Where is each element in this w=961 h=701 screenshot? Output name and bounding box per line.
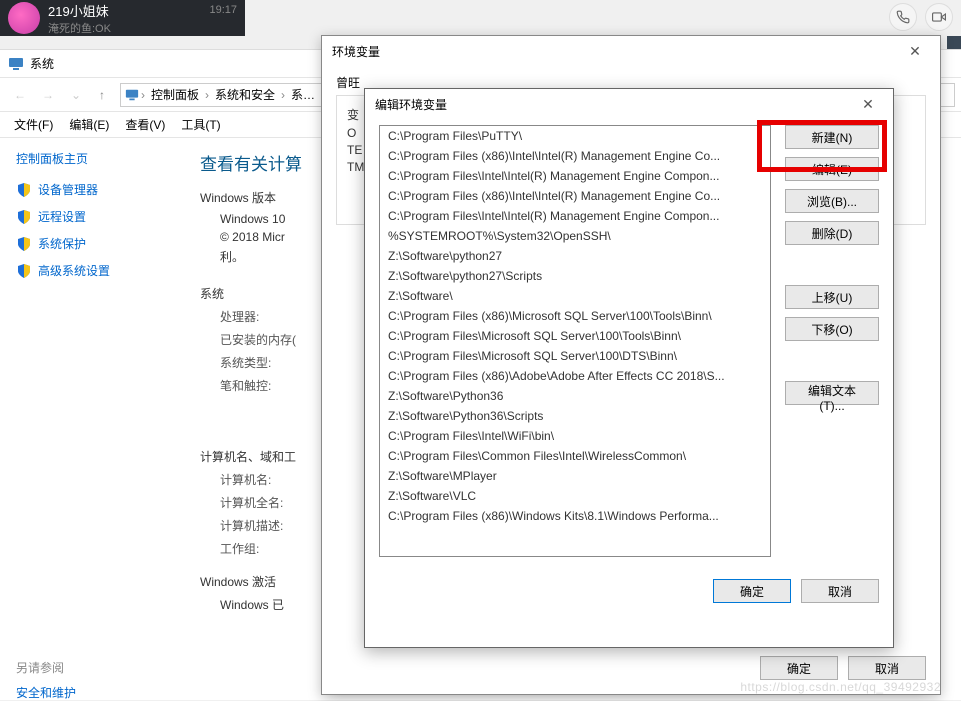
path-item[interactable]: C:\Program Files (x86)\Windows Kits\8.1\… [380,506,770,526]
call-icons [889,3,953,31]
menu-view[interactable]: 查看(V) [117,113,173,136]
path-item[interactable]: Z:\Software\Python36 [380,386,770,406]
path-item[interactable]: C:\Program Files\Common Files\Intel\Wire… [380,446,770,466]
chat-name: 219小姐妹 [48,1,209,20]
see-also-link[interactable]: 安全和维护 [16,684,184,701]
path-item[interactable]: C:\Program Files (x86)\Microsoft SQL Ser… [380,306,770,326]
dialog-title: 编辑环境变量 [375,96,447,113]
nav-dropdown-button[interactable]: ⌄ [62,83,90,107]
path-item[interactable]: C:\Program Files\Intel\Intel(R) Manageme… [380,206,770,226]
path-item[interactable]: C:\Program Files\Microsoft SQL Server\10… [380,346,770,366]
edit-env-dialog: 编辑环境变量 ✕ C:\Program Files\PuTTY\C:\Progr… [364,88,894,648]
edit-text-button[interactable]: 编辑文本(T)... [785,381,879,405]
pc-icon [125,88,139,102]
path-item[interactable]: C:\Program Files (x86)\Intel\Intel(R) Ma… [380,146,770,166]
shield-icon [16,182,32,198]
chevron-right-icon: › [139,88,147,102]
cpl-home-link[interactable]: 控制面板主页 [16,150,184,167]
path-item[interactable]: C:\Program Files (x86)\Adobe\Adobe After… [380,366,770,386]
path-item[interactable]: Z:\Software\Python36\Scripts [380,406,770,426]
left-panel: 控制面板主页 设备管理器远程设置系统保护高级系统设置 另请参阅 安全和维护 [0,138,200,700]
path-item[interactable]: Z:\Software\VLC [380,486,770,506]
move-down-button[interactable]: 下移(O) [785,317,879,341]
system-title: 系统 [30,55,54,72]
nav-up-button[interactable]: ↑ [90,83,114,107]
phone-icon[interactable] [889,3,917,31]
nav-forward-button[interactable]: → [34,83,62,107]
shield-icon [16,209,32,225]
breadcrumb-item[interactable]: 系统和安全 [211,86,279,103]
nav-back-button[interactable]: ← [6,83,34,107]
path-item[interactable]: %SYSTEMROOT%\System32\OpenSSH\ [380,226,770,246]
chevron-right-icon: › [203,88,211,102]
shield-icon [16,236,32,252]
path-item[interactable]: C:\Program Files\Intel\Intel(R) Manageme… [380,166,770,186]
path-item[interactable]: Z:\Software\python27 [380,246,770,266]
video-icon[interactable] [925,3,953,31]
browse-button[interactable]: 浏览(B)... [785,189,879,213]
edit-button[interactable]: 编辑(E) [785,157,879,181]
chat-message: 淹死的鱼:OK [48,20,209,36]
path-item[interactable]: Z:\Software\ [380,286,770,306]
sidebar-shield-link[interactable]: 高级系统设置 [16,262,184,279]
menu-file[interactable]: 文件(F) [6,113,61,136]
path-item[interactable]: C:\Program Files\Microsoft SQL Server\10… [380,326,770,346]
ok-button[interactable]: 确定 [760,656,838,680]
close-button[interactable]: ✕ [900,43,930,60]
menu-tools[interactable]: 工具(T) [173,113,228,136]
path-item[interactable]: C:\Program Files (x86)\Intel\Intel(R) Ma… [380,186,770,206]
ok-button[interactable]: 确定 [713,579,791,603]
link-label: 设备管理器 [38,181,98,198]
menu-edit[interactable]: 编辑(E) [61,113,117,136]
path-item[interactable]: Z:\Software\MPlayer [380,466,770,486]
button-column: 新建(N) 编辑(E) 浏览(B)... 删除(D) 上移(U) 下移(O) 编… [785,125,879,557]
path-item[interactable]: C:\Program Files\PuTTY\ [380,126,770,146]
chat-row[interactable]: 219小姐妹 淹死的鱼:OK 19:17 [0,0,245,36]
sidebar-shield-link[interactable]: 远程设置 [16,208,184,225]
dialog-titlebar: 编辑环境变量 ✕ [365,89,893,119]
pc-icon [8,56,24,72]
dialog-titlebar: 环境变量 ✕ [322,36,940,66]
sidebar-shield-link[interactable]: 设备管理器 [16,181,184,198]
breadcrumb-item[interactable]: 系… [287,86,319,103]
close-button[interactable]: ✕ [853,96,883,113]
link-label: 系统保护 [38,235,86,252]
path-item[interactable]: C:\Program Files\Intel\WiFi\bin\ [380,426,770,446]
sidebar-shield-link[interactable]: 系统保护 [16,235,184,252]
new-button[interactable]: 新建(N) [785,125,879,149]
path-list[interactable]: C:\Program Files\PuTTY\C:\Program Files … [379,125,771,557]
dialog-title: 环境变量 [332,43,380,60]
shield-icon [16,263,32,279]
path-item[interactable]: Z:\Software\python27\Scripts [380,266,770,286]
delete-button[interactable]: 删除(D) [785,221,879,245]
chat-info: 219小姐妹 淹死的鱼:OK [48,1,209,36]
see-also-label: 另请参阅 [16,659,184,676]
breadcrumb-item[interactable]: 控制面板 [147,86,203,103]
chat-time: 19:17 [209,4,237,16]
link-label: 远程设置 [38,208,86,225]
move-up-button[interactable]: 上移(U) [785,285,879,309]
cancel-button[interactable]: 取消 [848,656,926,680]
chevron-right-icon: › [279,88,287,102]
avatar [8,2,40,34]
cancel-button[interactable]: 取消 [801,579,879,603]
link-label: 高级系统设置 [38,262,110,279]
